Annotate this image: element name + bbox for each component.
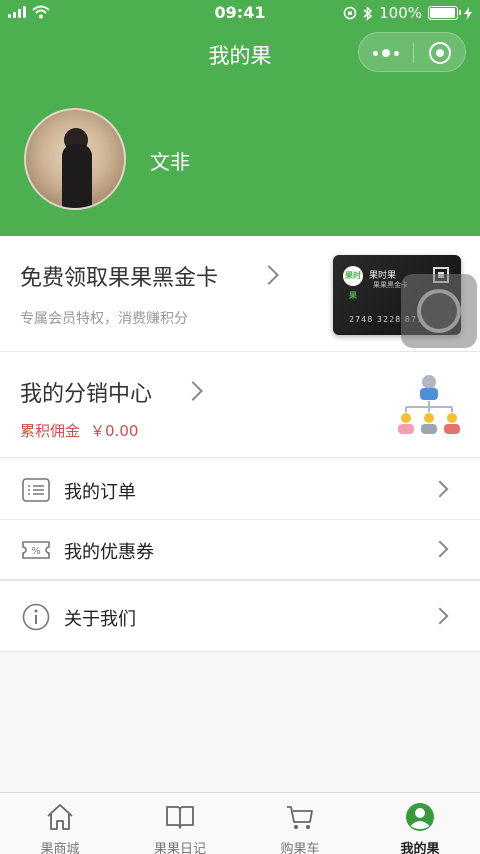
user-icon <box>406 803 434 831</box>
tab-diary[interactable]: 果果日记 <box>120 793 240 854</box>
cart-icon <box>287 806 313 829</box>
commission-label: 累积佣金 <box>20 422 81 440</box>
battery-icon <box>428 6 461 20</box>
menu-item-about[interactable]: 关于我们 <box>0 580 480 652</box>
username: 文非 <box>150 150 190 174</box>
battery-text: 100% <box>379 4 422 22</box>
tab-mine[interactable]: 我的果 <box>360 793 480 854</box>
assistive-touch-button[interactable] <box>401 274 477 348</box>
chevron-right-icon <box>259 265 279 285</box>
tab-bar: 果商城 果果日记 购果车 我的果 <box>0 792 480 854</box>
info-icon <box>22 603 50 631</box>
target-icon <box>429 42 451 64</box>
distribution-title: 我的分销中心 <box>20 382 153 407</box>
tab-label-mall: 果商城 <box>40 842 80 854</box>
book-icon <box>166 806 194 829</box>
commission-row: 累积佣金 ￥0.00 <box>20 420 138 441</box>
orientation-lock-icon <box>343 6 357 20</box>
status-bar: 09:41 100% <box>0 0 480 26</box>
chevron-right-icon <box>431 480 449 498</box>
bluetooth-icon <box>363 5 373 21</box>
profile-header: 我的果 文非 <box>0 26 480 236</box>
avatar[interactable] <box>24 108 126 210</box>
distribution-center[interactable]: 我的分销中心 累积佣金 ￥0.00 <box>0 352 480 458</box>
menu-label-orders: 我的订单 <box>64 482 136 503</box>
vip-card-banner[interactable]: 免费领取果果黑金卡 专属会员特权，消费赚积分 果时果 果时果 果果黑金卡 274… <box>0 236 480 352</box>
chevron-right-icon <box>431 607 449 625</box>
charging-icon <box>464 6 472 20</box>
menu-item-orders[interactable]: 我的订单 <box>0 460 480 520</box>
menu-item-coupons[interactable]: % 我的优惠券 <box>0 520 480 580</box>
tab-label-mine: 我的果 <box>400 842 440 854</box>
tab-label-cart: 购果车 <box>280 842 320 854</box>
menu-label-coupons: 我的优惠券 <box>64 542 154 563</box>
card-logo: 果时果 <box>343 266 363 300</box>
close-button[interactable] <box>413 33 467 73</box>
more-button[interactable] <box>359 33 413 73</box>
chevron-right-icon <box>431 540 449 558</box>
vip-card-subtitle: 专属会员特权，消费赚积分 <box>20 311 188 327</box>
commission-value: ￥0.00 <box>90 422 139 440</box>
org-tree-icon <box>398 375 460 434</box>
status-right: 100% <box>343 4 472 22</box>
mini-program-capsule <box>358 32 466 72</box>
vip-card-title: 免费领取果果黑金卡 <box>20 266 219 291</box>
home-icon <box>47 804 73 830</box>
tab-label-diary: 果果日记 <box>153 842 206 854</box>
list-icon <box>22 478 50 502</box>
svg-text:%: % <box>31 546 41 557</box>
menu-label-about: 关于我们 <box>64 609 136 630</box>
tab-mall[interactable]: 果商城 <box>0 793 120 854</box>
tab-cart[interactable]: 购果车 <box>240 793 360 854</box>
coupon-icon: % <box>22 541 50 559</box>
chevron-right-icon <box>183 381 203 401</box>
